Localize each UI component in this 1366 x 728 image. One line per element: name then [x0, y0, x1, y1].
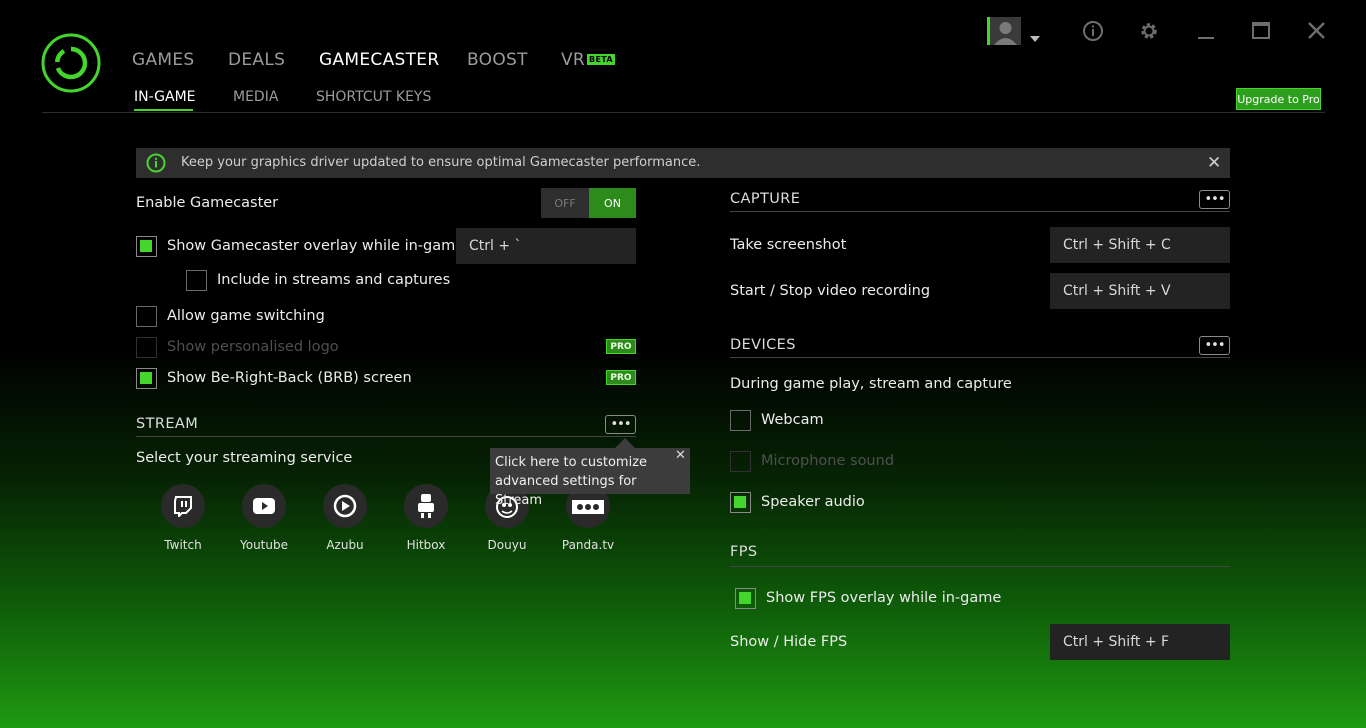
- devices-more-options-button[interactable]: •••: [1199, 336, 1230, 355]
- speaker-audio-checkbox[interactable]: [730, 492, 751, 513]
- streaming-service-label: Select your streaming service: [136, 450, 353, 466]
- service-label: Twitch: [164, 538, 202, 552]
- service-youtube[interactable]: Youtube: [228, 484, 300, 552]
- service-hitbox[interactable]: Hitbox: [390, 484, 462, 552]
- nav-vr[interactable]: VR BETA: [561, 50, 615, 70]
- overlay-label: Show Gamecaster overlay while in-game: [167, 238, 465, 254]
- microphone-label: Microphone sound: [761, 453, 895, 469]
- cortex-logo-icon: [41, 33, 101, 93]
- fps-shortcut-field[interactable]: Ctrl + Shift + F: [1050, 624, 1230, 660]
- service-azubu[interactable]: Azubu: [309, 484, 381, 552]
- nav-divider: [42, 112, 1325, 113]
- banner-close-icon[interactable]: ✕: [1207, 153, 1221, 173]
- service-label: Azubu: [326, 538, 364, 552]
- tooltip-close-icon[interactable]: ✕: [675, 448, 686, 463]
- devices-section-divider: [730, 357, 1230, 358]
- pro-badge: PRO: [606, 339, 636, 354]
- service-twitch[interactable]: Twitch: [147, 484, 219, 552]
- nav-games[interactable]: GAMES: [132, 50, 195, 70]
- service-label: Youtube: [240, 538, 288, 552]
- nav-deals[interactable]: DEALS: [228, 50, 285, 70]
- overlay-shortcut-field[interactable]: Ctrl + `: [456, 228, 636, 264]
- nav-vr-label: VR: [561, 50, 586, 70]
- gear-icon: [1141, 23, 1157, 39]
- azubu-icon: [323, 484, 367, 528]
- game-switching-label: Allow game switching: [167, 308, 325, 324]
- game-switching-checkbox[interactable]: [136, 306, 157, 327]
- tab-in-game[interactable]: IN-GAME: [134, 89, 196, 105]
- youtube-icon: [242, 484, 286, 528]
- stream-section-title: STREAM: [136, 416, 199, 432]
- brb-screen-label: Show Be-Right-Back (BRB) screen: [167, 370, 412, 386]
- microphone-checkbox: [730, 451, 751, 472]
- caret-down-icon: [1030, 36, 1040, 42]
- devices-section-title: DEVICES: [730, 337, 796, 353]
- service-label: Douyu: [487, 538, 527, 552]
- include-in-streams-label: Include in streams and captures: [217, 272, 451, 288]
- screenshot-shortcut-field[interactable]: Ctrl + Shift + C: [1050, 227, 1230, 263]
- show-hide-fps-label: Show / Hide FPS: [730, 634, 848, 650]
- video-recording-label: Start / Stop video recording: [730, 283, 931, 299]
- personalised-logo-label: Show personalised logo: [167, 339, 339, 355]
- tooltip-line-1: Click here to customize: [495, 455, 648, 470]
- tab-shortcut-keys[interactable]: SHORTCUT KEYS: [316, 89, 431, 105]
- hitbox-icon: [404, 484, 448, 528]
- razer-cortex-logo[interactable]: [40, 32, 102, 94]
- toggle-on[interactable]: ON: [589, 188, 636, 218]
- enable-gamecaster-label: Enable Gamecaster: [136, 195, 279, 211]
- active-tab-indicator: [134, 109, 193, 111]
- twitch-icon: [161, 484, 205, 528]
- banner-info-icon: [146, 153, 166, 177]
- personalised-logo-checkbox: [136, 337, 157, 358]
- close-icon: [1308, 22, 1325, 39]
- fps-section-title: FPS: [730, 544, 758, 560]
- stream-more-options-button[interactable]: •••: [605, 415, 636, 434]
- settings-button[interactable]: [1138, 20, 1160, 46]
- maximize-button[interactable]: [1252, 22, 1270, 39]
- brb-screen-checkbox[interactable]: [136, 368, 157, 389]
- stream-settings-tooltip: Click here to customize advanced setting…: [490, 448, 690, 508]
- pro-badge: PRO: [606, 370, 636, 385]
- take-screenshot-label: Take screenshot: [730, 237, 847, 253]
- service-label: Panda.tv: [561, 538, 615, 552]
- capture-section-divider: [730, 211, 1230, 212]
- tooltip-line-2: advanced settings for Stream: [495, 474, 637, 508]
- info-button[interactable]: [1082, 20, 1104, 46]
- stream-section-divider: [136, 436, 636, 437]
- enable-gamecaster-toggle[interactable]: OFF ON: [541, 188, 636, 218]
- devices-description: During game play, stream and capture: [730, 376, 1012, 392]
- user-avatar[interactable]: [987, 17, 1021, 45]
- info-icon: [1083, 21, 1103, 41]
- minimize-button[interactable]: [1198, 37, 1214, 39]
- account-dropdown-button[interactable]: [1030, 27, 1040, 46]
- capture-more-options-button[interactable]: •••: [1199, 190, 1230, 209]
- speaker-audio-label: Speaker audio: [761, 494, 865, 510]
- nav-boost[interactable]: BOOST: [467, 50, 528, 70]
- webcam-label: Webcam: [761, 412, 824, 428]
- tab-media[interactable]: MEDIA: [233, 89, 278, 105]
- user-silhouette-icon: [994, 22, 1017, 45]
- fps-section-divider: [730, 566, 1230, 567]
- fps-overlay-checkbox[interactable]: [735, 588, 756, 609]
- webcam-checkbox[interactable]: [730, 410, 751, 431]
- toggle-off[interactable]: OFF: [541, 188, 589, 218]
- banner-text: Keep your graphics driver updated to ens…: [181, 155, 701, 170]
- recording-shortcut-field[interactable]: Ctrl + Shift + V: [1050, 273, 1230, 309]
- service-label: Hitbox: [406, 538, 446, 552]
- upgrade-to-pro-button[interactable]: Upgrade to Pro: [1236, 88, 1321, 110]
- capture-section-title: CAPTURE: [730, 191, 801, 207]
- fps-overlay-label: Show FPS overlay while in-game: [766, 590, 1002, 606]
- tooltip-arrow: [615, 438, 635, 448]
- include-in-streams-checkbox[interactable]: [186, 270, 207, 291]
- close-window-button[interactable]: [1307, 21, 1326, 44]
- overlay-checkbox[interactable]: [136, 236, 157, 257]
- beta-badge: BETA: [587, 54, 615, 65]
- nav-gamecaster[interactable]: GAMECASTER: [319, 50, 439, 70]
